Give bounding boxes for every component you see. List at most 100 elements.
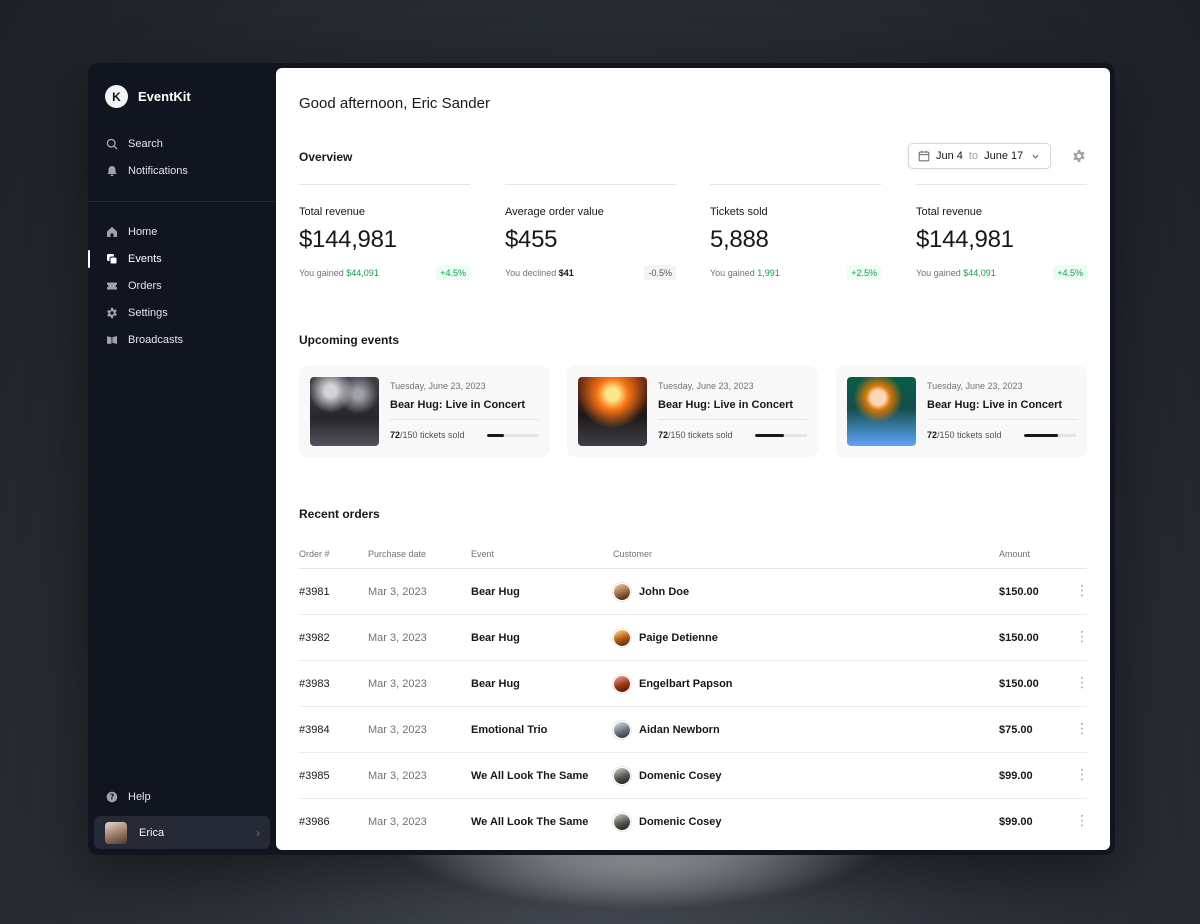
stat-card: Tickets sold 5,888 You gained 1,991 +2.5… [710,184,881,284]
stat-card: Average order value $455 You declined $4… [505,184,676,284]
sidebar-item-notifications[interactable]: Notifications [105,163,188,179]
more-vertical-icon[interactable]: ⋮ [1075,767,1089,781]
event-card[interactable]: Tuesday, June 23, 2023 Bear Hug: Live in… [567,366,818,457]
more-vertical-icon[interactable]: ⋮ [1075,675,1089,689]
avatar [613,721,631,739]
table-row[interactable]: #3981 Mar 3, 2023 Bear Hug John Doe $150… [299,569,1089,615]
amount: $75.00 [999,724,1033,736]
stat-value: $455 [505,226,558,253]
column-header-customer: Customer [613,549,653,559]
customer: Domenic Cosey [613,813,722,831]
table-row[interactable]: #3985 Mar 3, 2023 We All Look The Same D… [299,753,1089,799]
event-name: Bear Hug [471,586,520,598]
squares-icon [105,253,118,266]
user-name: Erica [139,826,165,839]
customer-name: Domenic Cosey [639,770,722,782]
stat-foot-value: $41 [558,268,574,278]
date-range-picker[interactable]: Jun 4 to June 17 [908,143,1051,169]
more-vertical-icon[interactable]: ⋮ [1075,721,1089,735]
progress-bar-fill [487,434,504,437]
table-row[interactable]: #3986 Mar 3, 2023 We All Look The Same D… [299,799,1089,845]
sidebar-item-search[interactable]: Search [105,136,163,152]
event-card[interactable]: Tuesday, June 23, 2023 Bear Hug: Live in… [836,366,1087,457]
purchase-date: Mar 3, 2023 [368,678,427,690]
stat-label: Total revenue [916,206,983,218]
order-id: #3984 [299,724,330,736]
settings-gear-icon[interactable] [1072,149,1086,163]
sidebar-item-broadcasts[interactable]: Broadcasts [105,332,183,348]
sidebar-item-home[interactable]: Home [105,224,157,240]
date-from: Jun 4 [936,150,963,162]
order-id: #3982 [299,632,330,644]
table-row[interactable]: #3983 Mar 3, 2023 Bear Hug Engelbart Pap… [299,661,1089,707]
column-header-order: Order # [299,549,330,559]
stat-foot-prefix: You declined [505,268,557,278]
column-header-purchase-date: Purchase date [368,549,427,559]
progress-bar [755,434,807,437]
more-vertical-icon[interactable]: ⋮ [1075,813,1089,827]
stat-label: Total revenue [299,206,366,218]
sidebar-item-label: Search [128,138,163,150]
stat-footnote: You gained $44,091 [916,268,996,278]
event-card[interactable]: Tuesday, June 23, 2023 Bear Hug: Live in… [299,366,550,457]
customer: Paige Detienne [613,629,718,647]
stat-foot-prefix: You gained [916,268,961,278]
more-vertical-icon[interactable]: ⋮ [1075,583,1089,597]
chevron-down-icon [1031,152,1040,161]
avatar [105,821,127,844]
active-indicator [88,250,90,268]
customer-name: Domenic Cosey [639,816,722,828]
event-name: We All Look The Same [471,816,589,828]
stat-label: Average order value [505,206,604,218]
more-vertical-icon[interactable]: ⋮ [1075,629,1089,643]
stat-value: 5,888 [710,226,769,253]
sidebar-item-label: Home [128,226,158,238]
user-menu[interactable]: Erica › [94,816,270,849]
bell-icon [105,165,118,178]
event-name: Bear Hug: Live in Concert [658,399,794,411]
avatar [613,629,631,647]
event-date: Tuesday, June 23, 2023 [390,381,486,391]
date-to: June 17 [984,150,1024,162]
tickets-sold-count: 72 [390,430,401,440]
customer: Engelbart Papson [613,675,733,693]
brand[interactable]: K EventKit [105,85,191,108]
avatar [613,675,631,693]
sidebar-divider [88,201,276,202]
date-to-word: to [968,150,979,162]
table-row[interactable]: #3982 Mar 3, 2023 Bear Hug Paige Detienn… [299,615,1089,661]
divider [927,419,1076,420]
avatar [613,583,631,601]
sidebar-item-orders[interactable]: Orders [105,278,162,294]
sidebar-item-settings[interactable]: Settings [105,305,168,321]
stat-card: Total revenue $144,981 You gained $44,09… [299,184,470,284]
upcoming-events-title: Upcoming events [299,333,400,347]
app-window: K EventKit Search Notifications Home Eve… [88,63,1115,855]
stat-foot-prefix: You gained [710,268,755,278]
order-id: #3983 [299,678,330,690]
stat-label: Tickets sold [710,206,768,218]
progress-bar-fill [755,434,784,437]
stat-foot-value: $44,091 [346,268,379,278]
purchase-date: Mar 3, 2023 [368,586,427,598]
svg-text:?: ? [109,793,113,802]
table-row[interactable]: #3984 Mar 3, 2023 Emotional Trio Aidan N… [299,707,1089,753]
amount: $99.00 [999,770,1033,782]
customer-name: Paige Detienne [639,632,718,644]
megaphone-icon [105,334,118,347]
sidebar-item-label: Settings [128,307,168,319]
stat-value: $144,981 [299,226,397,253]
sidebar-item-events[interactable]: Events [105,251,162,267]
divider [390,419,539,420]
stat-footnote: You gained $44,091 [299,268,379,278]
progress-bar [487,434,539,437]
home-icon [105,226,118,239]
tickets-sold-count: 72 [927,430,938,440]
purchase-date: Mar 3, 2023 [368,632,427,644]
sidebar-item-help[interactable]: ? Help [105,789,151,805]
column-header-amount: Amount [999,549,1031,559]
customer: Domenic Cosey [613,767,722,785]
customer: Aidan Newborn [613,721,720,739]
recent-orders-title: Recent orders [299,507,380,521]
main-panel: Good afternoon, Eric Sander Overview Jun… [276,68,1110,850]
